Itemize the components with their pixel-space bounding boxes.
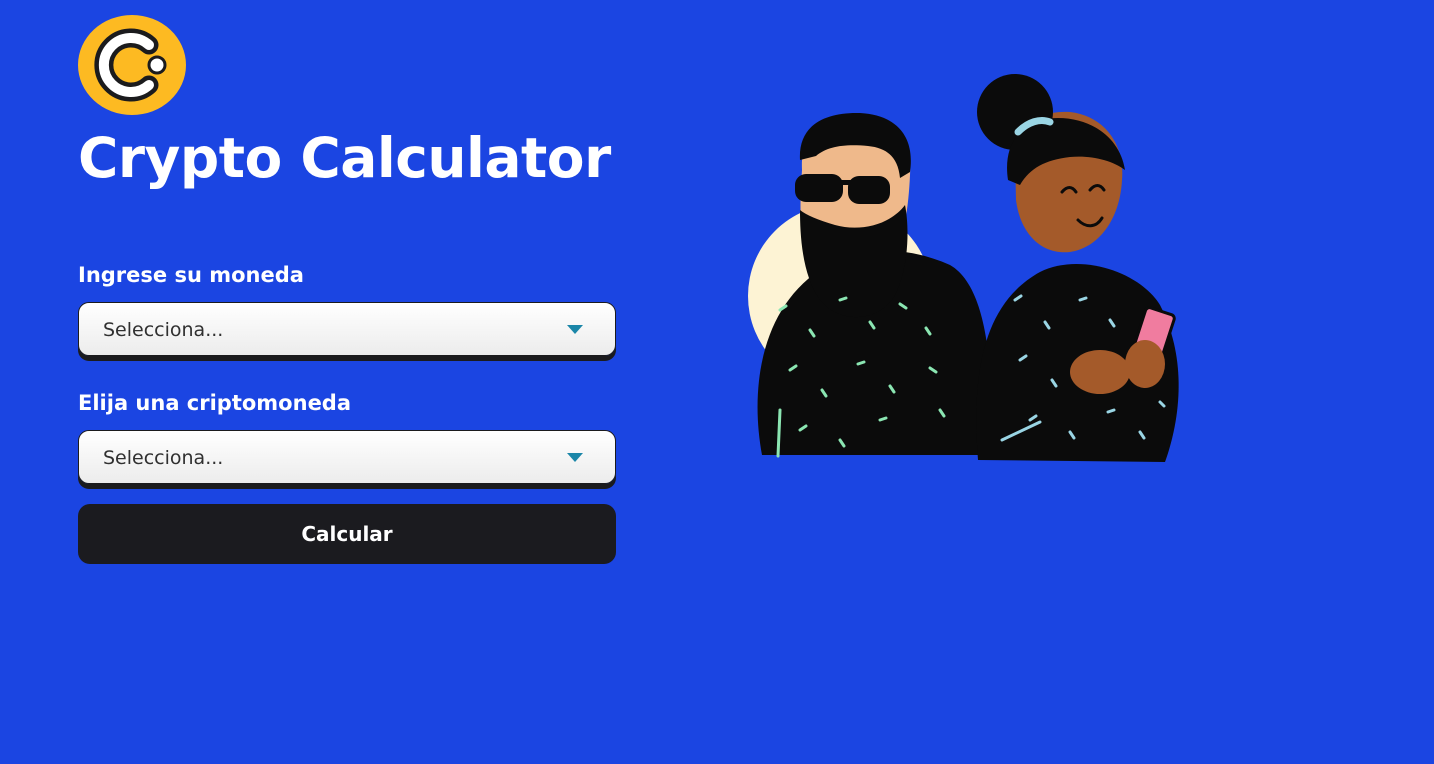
currency-select[interactable]: Selecciona... xyxy=(78,302,616,356)
page-title: Crypto Calculator xyxy=(78,126,611,190)
crypto-select-value: Selecciona... xyxy=(103,447,224,469)
currency-label: Ingrese su moneda xyxy=(78,263,304,287)
chevron-down-icon xyxy=(567,453,583,462)
calculate-button[interactable]: Calcular xyxy=(78,504,616,564)
crypto-logo-icon xyxy=(78,15,186,115)
page-background: Crypto Calculator Ingrese su moneda Sele… xyxy=(0,0,1434,764)
chevron-down-icon xyxy=(567,325,583,334)
people-illustration-icon xyxy=(748,74,1179,462)
crypto-label: Elija una criptomoneda xyxy=(78,391,352,415)
currency-select-value: Selecciona... xyxy=(103,319,224,341)
crypto-select[interactable]: Selecciona... xyxy=(78,430,616,484)
